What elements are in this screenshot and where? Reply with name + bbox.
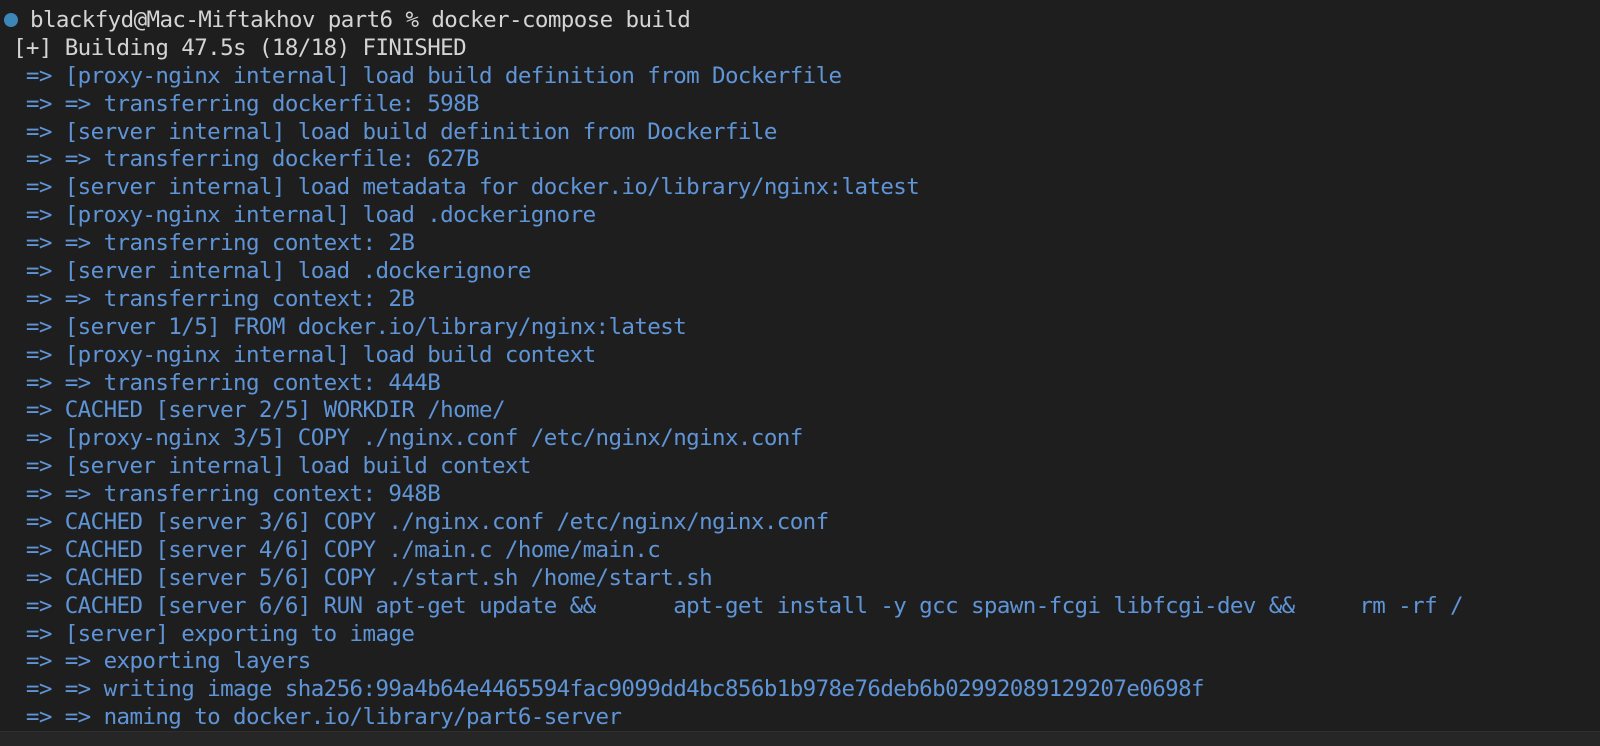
output-line: => => transferring dockerfile: 598B (0, 90, 480, 117)
output-line: => [server internal] load metadata for d… (0, 174, 920, 201)
build-status-line: [+] Building 47.5s (18/18) FINISHED (0, 34, 467, 61)
output-line: => => transferring context: 2B (0, 230, 415, 257)
output-line: => [proxy-nginx internal] load build con… (0, 341, 596, 368)
output-line: => CACHED [server 2/5] WORKDIR /home/ (0, 397, 506, 424)
prompt-line: blackfyd@Mac-Miftakhov part6 % docker-co… (0, 7, 1600, 35)
output-line: => CACHED [server 3/6] COPY ./nginx.conf… (0, 509, 829, 536)
output-line: => [server internal] load build context (0, 453, 532, 480)
output-line: => CACHED [server 5/6] COPY ./start.sh /… (0, 564, 713, 591)
horizontal-scrollbar[interactable] (0, 731, 1600, 746)
output-line: => [server internal] load .dockerignore (0, 258, 532, 285)
output-line: => => transferring context: 2B (0, 285, 415, 312)
output-line: => CACHED [server 4/6] COPY ./main.c /ho… (0, 536, 661, 563)
output-line: => => transferring dockerfile: 627B (0, 146, 480, 173)
terminal-output: blackfyd@Mac-Miftakhov part6 % docker-co… (0, 7, 1600, 732)
output-line: => [server internal] load build definiti… (0, 118, 777, 145)
output-line: => => transferring context: 444B (0, 369, 441, 396)
output-line: => => exporting layers (0, 648, 311, 675)
output-line: => [server 1/5] FROM docker.io/library/n… (0, 313, 687, 340)
output-line: => [server] exporting to image (0, 620, 415, 647)
output-line: => => writing image sha256:99a4b64e44655… (0, 676, 1205, 703)
output-line: => CACHED [server 6/6] RUN apt-get updat… (0, 592, 1464, 619)
terminal-window[interactable]: blackfyd@Mac-Miftakhov part6 % docker-co… (0, 0, 1600, 746)
output-line: => => transferring context: 948B (0, 481, 441, 508)
output-line: => => naming to docker.io/library/part6-… (0, 704, 622, 731)
prompt-command: blackfyd@Mac-Miftakhov part6 % docker-co… (30, 7, 691, 33)
status-dot-icon (4, 13, 18, 27)
output-line: => [proxy-nginx internal] load .dockerig… (0, 202, 596, 229)
output-line: => [proxy-nginx 3/5] COPY ./nginx.conf /… (0, 425, 803, 452)
output-line: => [proxy-nginx internal] load build def… (0, 62, 842, 89)
